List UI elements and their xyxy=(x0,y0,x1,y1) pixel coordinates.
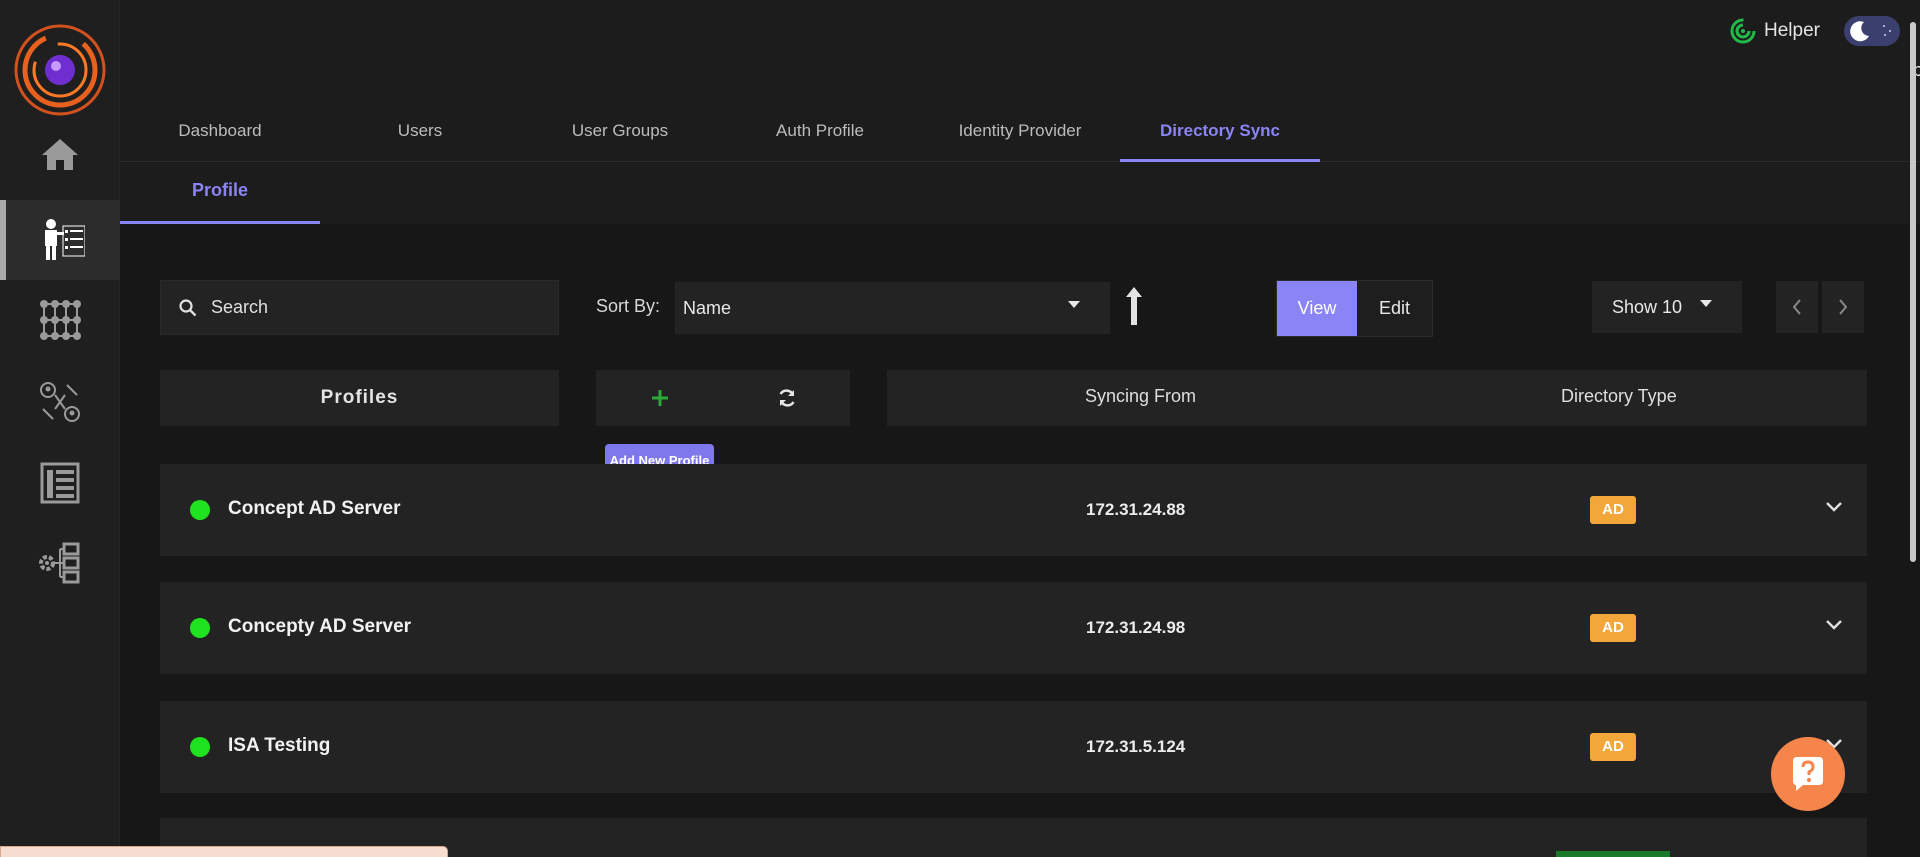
profile-name: Concept AD Server xyxy=(228,498,401,519)
add-profile-button[interactable] xyxy=(596,370,723,426)
chevron-right-icon xyxy=(1839,299,1848,315)
sidebar-item-network[interactable] xyxy=(0,362,120,442)
sidebar-item-reports[interactable] xyxy=(0,443,120,523)
status-badge xyxy=(1556,851,1670,857)
col-syncing-from: Syncing From xyxy=(1085,386,1197,406)
profile-actions xyxy=(596,370,850,426)
status-dot xyxy=(190,737,210,757)
profile-ip: 172.31.5.124 xyxy=(1086,737,1186,756)
theme-toggle[interactable] xyxy=(1844,16,1900,46)
document-list-icon xyxy=(40,462,80,504)
tab-auth-profile[interactable]: Auth Profile xyxy=(720,112,920,162)
browser-status-url xyxy=(0,846,448,857)
tab-directory-sync[interactable]: Directory Sync xyxy=(1120,112,1320,162)
sidebar-item-settings[interactable] xyxy=(0,523,120,603)
prev-page-button[interactable] xyxy=(1776,281,1818,333)
col-directory-type: Directory Type xyxy=(1561,386,1677,406)
table-header: Syncing From Directory Type xyxy=(887,370,1867,426)
help-icon xyxy=(1793,757,1823,791)
table-row[interactable]: Concept AD Server 172.31.24.88 AD xyxy=(160,464,1867,556)
chevron-down-icon[interactable] xyxy=(1826,502,1842,512)
caret-down-icon xyxy=(1700,300,1712,307)
search-input[interactable] xyxy=(211,297,511,318)
refresh-button[interactable] xyxy=(723,370,850,426)
app-logo[interactable] xyxy=(12,22,108,118)
refresh-icon xyxy=(778,389,795,407)
profiles-header: Profiles xyxy=(160,370,559,426)
table-row[interactable]: Concepty AD Server 172.31.24.98 AD xyxy=(160,582,1867,674)
chevron-down-icon[interactable] xyxy=(1826,620,1842,630)
home-icon xyxy=(42,139,78,170)
directory-type-badge: AD xyxy=(1590,614,1636,642)
plus-icon xyxy=(651,390,668,406)
tab-dashboard[interactable]: Dashboard xyxy=(120,112,320,162)
main-tabs: Dashboard Users User Groups Auth Profile… xyxy=(120,112,1920,162)
stars-icon xyxy=(1883,25,1891,36)
sort-by-label: Sort By: xyxy=(596,296,661,316)
directory-type-badge: AD xyxy=(1590,733,1636,761)
status-dot xyxy=(190,618,210,638)
sub-tabs: Profile xyxy=(120,162,1920,224)
scrollbar[interactable] xyxy=(1910,22,1916,562)
broadcast-icon xyxy=(1730,18,1756,44)
user-network-icon xyxy=(40,382,80,422)
profile-ip: 172.31.24.88 xyxy=(1086,500,1186,519)
search-box[interactable] xyxy=(160,280,559,335)
profile-name: ISA Testing xyxy=(228,735,331,756)
user-list-icon xyxy=(45,219,85,260)
settings-tree-icon xyxy=(39,542,80,584)
moon-icon xyxy=(1850,21,1869,42)
view-edit-toggle: View Edit xyxy=(1276,280,1433,337)
status-dot xyxy=(190,500,210,520)
chevron-left-icon xyxy=(1792,299,1801,315)
sidebar-item-home[interactable] xyxy=(0,114,120,194)
search-icon xyxy=(179,298,197,316)
sort-by-select[interactable]: Name xyxy=(675,282,1110,334)
edit-button[interactable]: Edit xyxy=(1357,281,1432,336)
top-bar: Helper priyanka xyxy=(120,0,1920,112)
help-button[interactable] xyxy=(1771,737,1845,811)
sort-by-value: Name xyxy=(683,297,732,318)
caret-down-icon xyxy=(1068,301,1080,308)
profile-name: Concepty AD Server xyxy=(228,616,412,637)
sidebar-item-users[interactable] xyxy=(0,200,120,280)
page-size-value: Show 10 xyxy=(1612,296,1683,317)
arrow-up-icon xyxy=(1126,287,1142,325)
profile-ip: 172.31.24.98 xyxy=(1086,618,1186,637)
sort-direction-button[interactable] xyxy=(1120,286,1148,326)
page-size-select[interactable]: Show 10 xyxy=(1592,281,1742,333)
table-row[interactable]: ISA Testing 172.31.5.124 AD xyxy=(160,701,1867,793)
tab-user-groups[interactable]: User Groups xyxy=(520,112,720,162)
grid-network-icon xyxy=(40,300,81,340)
directory-type-badge: AD xyxy=(1590,496,1636,524)
view-button[interactable]: View xyxy=(1277,281,1357,336)
subtab-profile[interactable]: Profile xyxy=(120,170,320,224)
tab-users[interactable]: Users xyxy=(320,112,520,162)
sidebar xyxy=(0,0,120,857)
helper-button[interactable]: Helper xyxy=(1730,18,1820,44)
next-page-button[interactable] xyxy=(1822,281,1864,333)
helper-label: Helper xyxy=(1764,20,1820,41)
tab-identity-provider[interactable]: Identity Provider xyxy=(920,112,1120,162)
sidebar-item-groups[interactable] xyxy=(0,280,120,360)
